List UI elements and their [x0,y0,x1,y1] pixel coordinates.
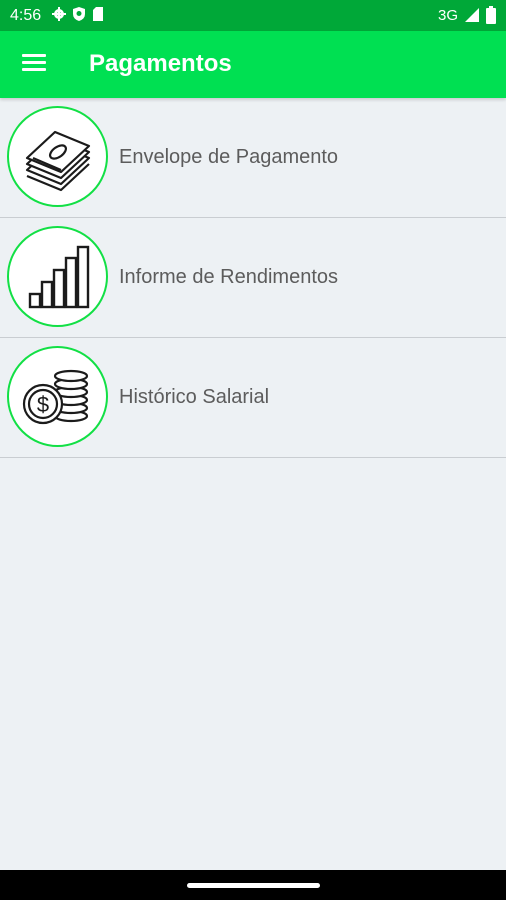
system-nav-bar [0,870,506,900]
status-icons-right: 3G [438,6,496,24]
menu-item-label: Envelope de Pagamento [119,146,339,168]
network-type: 3G [437,6,458,24]
bar-chart-icon [28,245,89,308]
icon-circle: $ [7,346,108,447]
menu-item-historico-salarial[interactable]: $ Histórico Salarial [0,338,506,458]
menu-item-label: Histórico Salarial [119,386,270,408]
hamburger-menu-icon[interactable] [18,50,52,80]
status-icons-left [52,6,104,22]
sim-icon [93,7,103,21]
battery-icon [486,6,496,24]
money-stack-icon [25,130,90,191]
page-title: Pagamentos [89,50,232,77]
menu-item-envelope-pagamento[interactable]: Envelope de Pagamento [0,98,506,218]
coins-icon: $ [22,369,88,424]
icon-circle [7,226,108,327]
menu-item-informe-rendimentos[interactable]: Informe de Rendimentos [0,218,506,338]
status-time: 4:56 [10,7,42,24]
menu-item-label: Informe de Rendimentos [119,266,339,288]
gear-icon [52,7,66,21]
status-bar: 4:56 3G [0,0,506,31]
svg-text:$: $ [36,392,48,417]
shield-icon [73,7,85,21]
icon-circle [7,106,108,207]
payment-menu-list: Envelope de Pagamento Informe de Rendime… [0,98,506,458]
app-bar: Pagamentos [0,31,506,98]
signal-icon [465,8,479,22]
home-gesture-bar[interactable] [187,883,320,888]
